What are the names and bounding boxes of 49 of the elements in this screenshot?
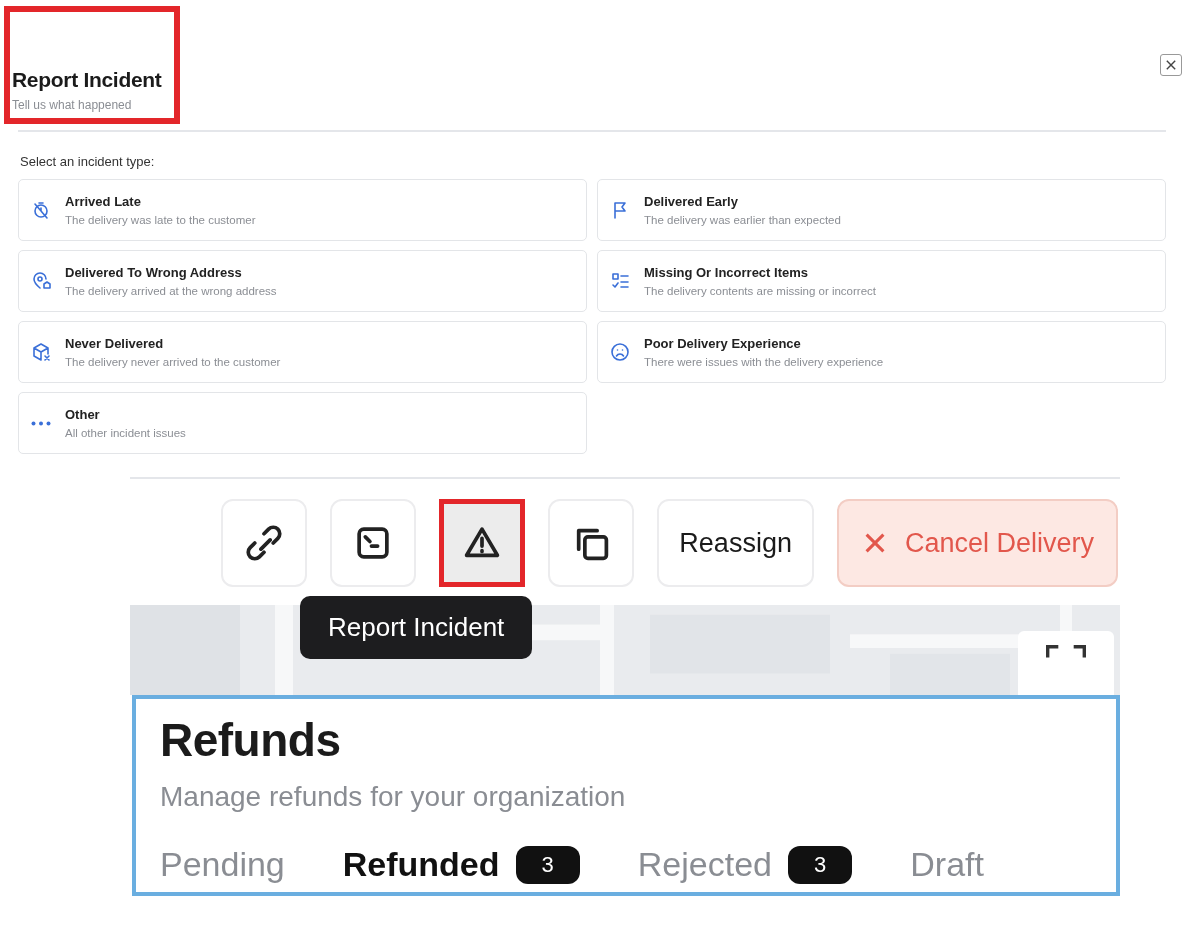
option-description: The delivery was earlier than expected [644,214,841,226]
copy-button[interactable] [548,499,635,587]
incident-option[interactable]: Poor Delivery Experience There were issues with the delivery experience [597,321,1166,383]
page-subtitle: Manage refunds for your organization [160,781,627,813]
link-button[interactable] [221,499,308,587]
checklist-icon [610,271,630,291]
sad-face-icon [610,342,630,362]
option-description: The delivery arrived at the wrong address [65,285,277,297]
prompt-label: Select an incident type: [20,154,156,169]
terminal-button[interactable] [330,499,417,587]
expand-button[interactable] [1018,631,1114,695]
count-badge: 3 [788,845,853,884]
tab[interactable]: Refunded 3 [342,845,580,884]
incident-option[interactable]: Never Delivered The delivery never arrived to the customer [18,321,587,383]
option-title: Arrived Late [65,194,142,209]
dialog-title: Report Incident [12,68,162,92]
tab-label: Refunded [342,845,500,884]
stopwatch-icon [31,200,51,220]
option-title: Poor Delivery Experience [644,336,802,351]
reassign-button[interactable]: Reassign [657,499,814,587]
option-description: The delivery never arrived to the customer [65,356,281,368]
incident-option[interactable]: Other All other incident issues [18,392,587,454]
warning-button[interactable] [439,499,526,587]
fullscreen-icon [1046,645,1086,659]
option-description: There were issues with the delivery experience [644,356,884,368]
option-title: Delivered To Wrong Address [65,265,243,280]
incident-option[interactable]: Delivered Early The delivery was earlier than expected [597,179,1166,241]
close-icon [1164,58,1178,72]
option-description: The delivery contents are missing or incorrect [644,285,876,297]
incident-option[interactable]: Arrived Late The delivery was late to the customer [18,179,587,241]
page-title: Refunds [160,713,342,767]
dialog-subtitle: Tell us what happened [12,98,133,112]
option-title: Never Delivered [65,336,165,351]
package-icon [31,342,51,362]
count-badge: 3 [515,845,580,884]
location-pin-icon [31,271,51,291]
option-description: All other incident issues [65,427,186,439]
tooltip: Report Incident [300,596,533,659]
tab-label: Rejected [637,845,772,884]
incident-option[interactable]: Missing Or Incorrect Items The delivery contents are missing or incorrect [597,250,1166,312]
more-icon [31,420,51,426]
option-title: Delivered Early [644,194,739,209]
option-description: The delivery was late to the customer [65,214,256,226]
incident-option[interactable]: Delivered To Wrong Address The delivery arrived at the wrong address [18,250,587,312]
option-title: Missing Or Incorrect Items [644,265,809,280]
link-icon [244,523,285,563]
option-title: Other [65,407,101,422]
close-button[interactable] [1160,54,1182,76]
tab[interactable]: Rejected 3 [637,845,853,884]
